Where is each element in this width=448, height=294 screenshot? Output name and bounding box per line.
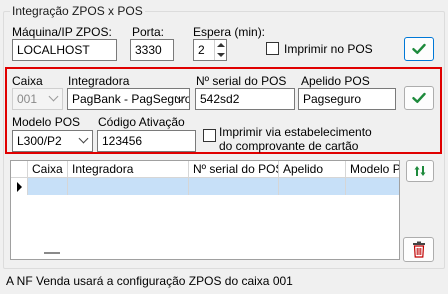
spin-arrows-icon[interactable] [214, 40, 226, 60]
machine-label: Máquina/IP ZPOS: [12, 25, 112, 39]
current-row-arrow-icon [17, 182, 22, 192]
port-input[interactable]: 3330 [130, 39, 174, 61]
delete-button[interactable] [403, 237, 434, 262]
grid-cell[interactable] [346, 178, 399, 195]
pos-grid[interactable]: Caixa Integradora Nº serial do POS Apeli… [10, 160, 400, 260]
grid-cell[interactable] [279, 178, 346, 195]
apelido-label: Apelido POS [301, 74, 370, 88]
col-integradora[interactable]: Integradora [68, 161, 189, 178]
port-label: Porta: [132, 25, 165, 39]
check-icon [412, 43, 426, 54]
confirm-pos-button[interactable] [404, 86, 434, 110]
machine-input[interactable]: LOCALHOST [12, 39, 117, 61]
col-serial[interactable]: Nº serial do POS [189, 161, 279, 178]
wait-spinner[interactable]: 2 [193, 39, 227, 61]
sort-arrows-icon [414, 166, 426, 176]
serial-input[interactable]: 542sd2 [195, 88, 295, 110]
wait-value: 2 [198, 43, 205, 57]
chevron-down-icon [78, 133, 89, 144]
caixa-label: Caixa [12, 74, 43, 88]
modelo-value: L300/P2 [17, 134, 62, 148]
grid-cell[interactable] [189, 178, 279, 195]
apelido-input[interactable]: Pagseguro [298, 88, 396, 110]
grid-header: Caixa Integradora Nº serial do POS Apeli… [11, 161, 399, 178]
wait-label: Espera (min): [193, 25, 266, 39]
chevron-down-icon [48, 91, 59, 102]
sort-button[interactable] [406, 160, 434, 182]
check-icon [412, 92, 426, 103]
group-title: Integração ZPOS x POS [10, 4, 145, 18]
serial-label: Nº serial do POS [196, 74, 287, 88]
print-store-label-line2: do comprovante de cartão [219, 139, 359, 153]
trash-icon [412, 241, 425, 258]
grid-cell[interactable] [28, 178, 68, 195]
grid-corner [11, 161, 28, 178]
caixa-value: 001 [17, 92, 38, 106]
codigo-input[interactable]: 123456 [97, 130, 196, 152]
modelo-select[interactable]: L300/P2 [12, 130, 93, 152]
print-pos-label: Imprimir no POS [284, 42, 373, 56]
grid-cell[interactable] [68, 178, 189, 195]
print-store-checkbox[interactable] [203, 129, 216, 142]
row-indicator [11, 178, 28, 195]
scrollbar-thumb[interactable] [44, 252, 60, 254]
confirm-top-button[interactable] [404, 37, 434, 61]
horizontal-scrollbar[interactable] [28, 247, 399, 259]
integradora-select[interactable]: PagBank - PagSeguro [67, 88, 190, 110]
codigo-label: Código Ativação [98, 115, 185, 129]
print-store-label-line1: Imprimir via estabelecimento [219, 125, 372, 139]
footer-status-text: A NF Venda usará a configuração ZPOS do … [6, 274, 293, 288]
integradora-value: PagBank - PagSeguro [72, 92, 190, 106]
print-store-label: Imprimir via estabelecimento do comprova… [219, 125, 372, 153]
caixa-select[interactable]: 001 [12, 88, 63, 110]
print-pos-checkbox[interactable] [266, 42, 279, 55]
modelo-label: Modelo POS [12, 115, 81, 129]
col-apelido[interactable]: Apelido [279, 161, 346, 178]
integradora-label: Integradora [68, 74, 130, 88]
col-modelo[interactable]: Modelo PO [346, 161, 399, 178]
col-caixa[interactable]: Caixa [28, 161, 68, 178]
